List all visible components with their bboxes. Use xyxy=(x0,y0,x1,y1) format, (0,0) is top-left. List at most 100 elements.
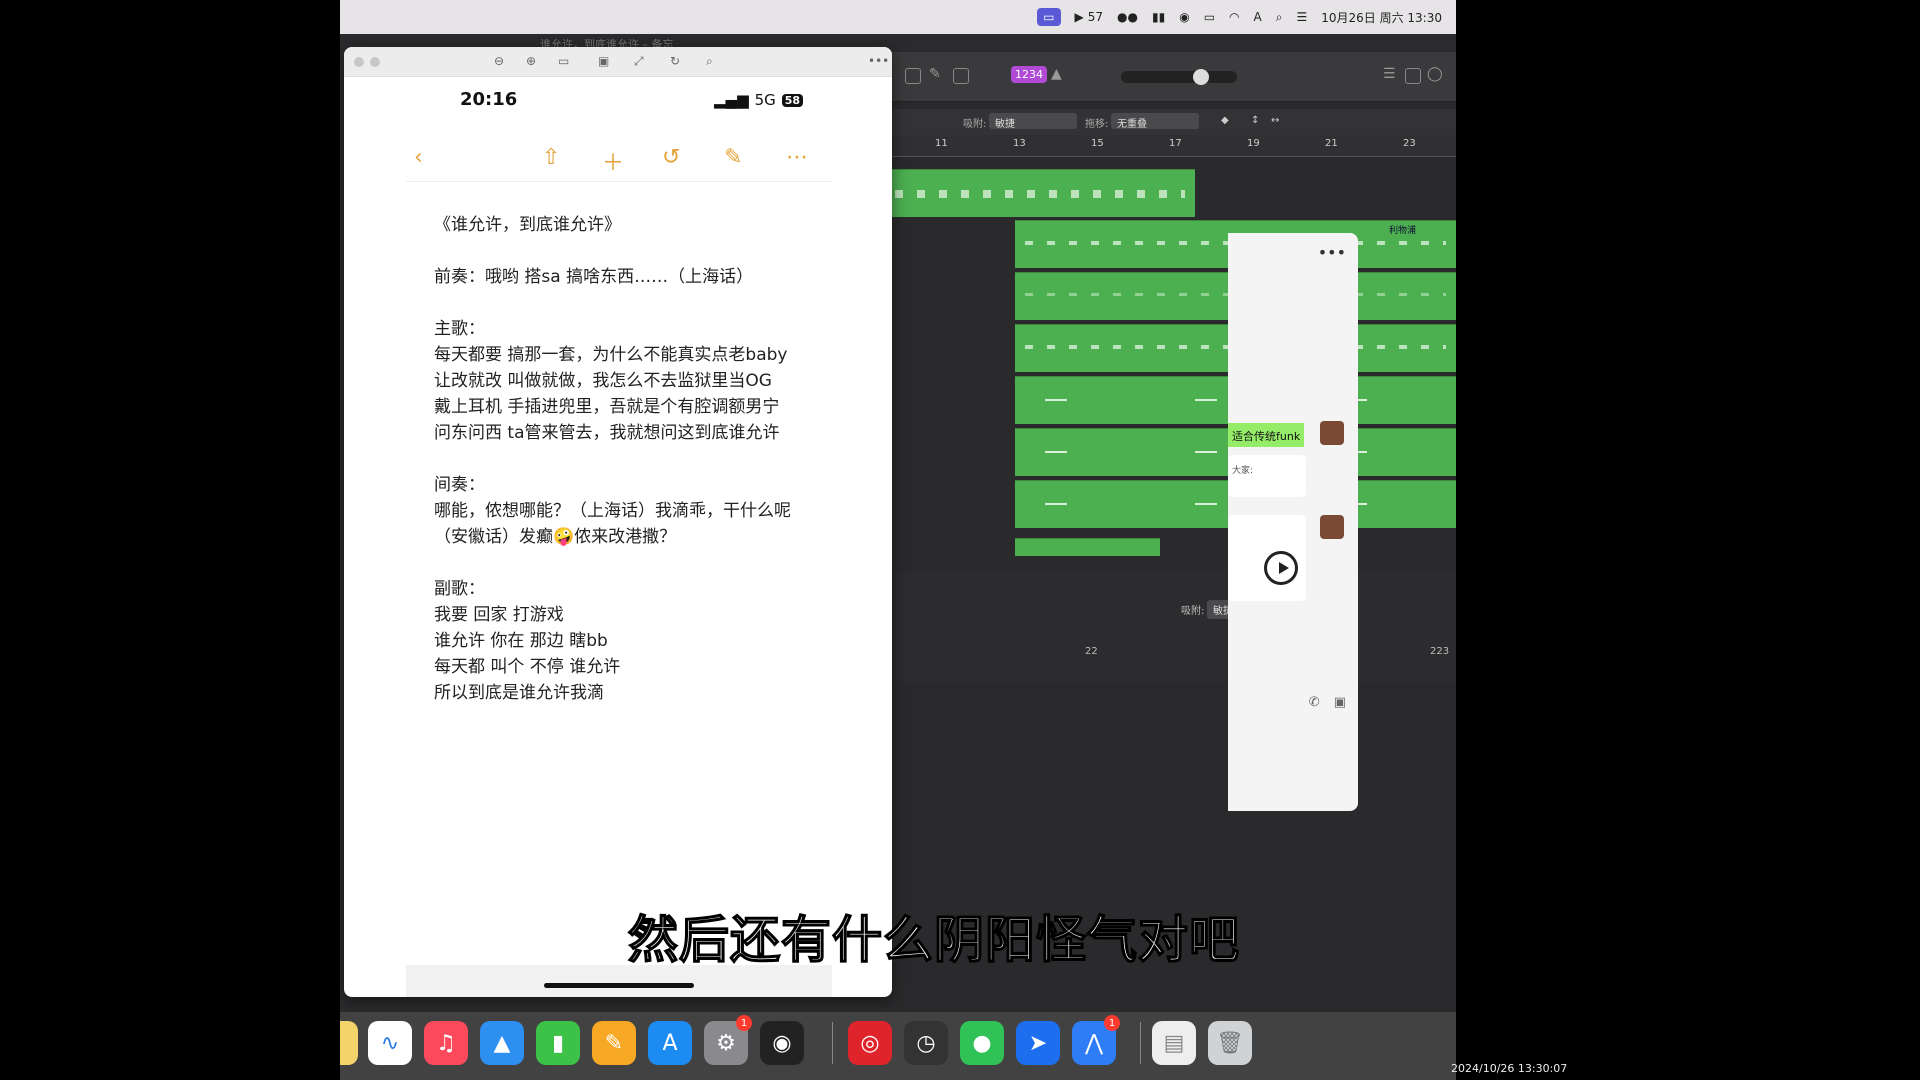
note-line xyxy=(434,550,814,576)
search-icon[interactable]: ⌕ xyxy=(706,54,713,69)
control-center-icon[interactable]: ☰ xyxy=(1296,10,1307,24)
more-icon[interactable]: ⋯ xyxy=(786,145,808,170)
loop-browser-icon[interactable]: ◯ xyxy=(1427,66,1443,82)
region-label: 利物浦 xyxy=(1388,226,1416,236)
close-dot[interactable] xyxy=(354,57,364,67)
midi-region[interactable] xyxy=(1015,538,1160,556)
battery-icon[interactable]: ▭ xyxy=(1204,10,1215,24)
more-icon[interactable]: ••• xyxy=(1318,243,1346,262)
minimize-dot[interactable] xyxy=(370,57,380,67)
audio-meter-icon[interactable]: ▮▮ xyxy=(1152,10,1165,24)
play-icon[interactable] xyxy=(1264,551,1298,585)
back-icon[interactable]: ‹ xyxy=(414,145,423,170)
trash-icon[interactable]: 🗑 xyxy=(1208,1021,1252,1065)
rotate-icon[interactable]: ↻ xyxy=(670,54,680,68)
midi-notes xyxy=(895,190,1185,198)
avatar[interactable] xyxy=(1320,515,1344,539)
markup-icon[interactable]: ✎ xyxy=(724,145,742,170)
avatar[interactable] xyxy=(1320,421,1344,445)
note-line: 每天都要 搞那一套，为什么不能真实点老baby xyxy=(434,345,788,365)
input-source-icon[interactable]: A xyxy=(1254,10,1262,24)
video-timestamp: 2024/10/26 13:30:07 xyxy=(1451,1062,1568,1075)
zoom-horizontal-icon[interactable]: ↔ xyxy=(1271,115,1279,126)
editor-ruler: 吸附: 敏捷 22 222 223 xyxy=(885,572,1456,682)
status-time: 20:16 xyxy=(460,89,518,110)
chat-audio-card[interactable] xyxy=(1228,515,1306,601)
screen-mirror-icon[interactable]: ▭ xyxy=(1037,8,1061,26)
phone-icon[interactable]: ✆ xyxy=(1309,695,1320,710)
record-icon[interactable]: ▣ xyxy=(598,54,609,68)
counter-badge[interactable]: 1234 xyxy=(1011,66,1047,83)
logic-pro-icon[interactable]: ◉ xyxy=(760,1021,804,1065)
note-line xyxy=(434,446,814,472)
more-icon[interactable]: ••• xyxy=(868,54,889,68)
midi-region[interactable] xyxy=(885,169,1195,217)
catch-icon[interactable]: ◆ xyxy=(1221,115,1229,126)
record-icon[interactable]: ◉ xyxy=(1179,10,1189,24)
numbers-app-icon[interactable]: ▮ xyxy=(536,1021,580,1065)
counter-status-item[interactable]: ▶ 57 xyxy=(1075,10,1104,24)
menubar-clock[interactable]: 10月26日 周六 13:30 xyxy=(1321,9,1442,26)
midi-note xyxy=(1045,451,1067,453)
app-store-icon[interactable]: A xyxy=(648,1021,692,1065)
note-body[interactable]: 《谁允许，到底谁允许》 前奏：哦哟 搭sa 搞啥东西……（上海话） 主歌： 每天… xyxy=(434,212,814,706)
system-settings-icon[interactable]: ⚙ 1 xyxy=(704,1015,752,1065)
drag-select[interactable]: 无重叠 xyxy=(1111,113,1199,130)
notes-app-icon[interactable] xyxy=(340,1021,358,1065)
freeform-app-icon[interactable]: ∿ xyxy=(368,1021,412,1065)
note-line xyxy=(434,290,814,316)
list-view-icon[interactable]: ☰ xyxy=(1383,66,1399,82)
master-volume-slider[interactable] xyxy=(1121,69,1237,85)
music-app-icon[interactable]: ♫ xyxy=(424,1021,468,1065)
home-indicator[interactable] xyxy=(544,983,694,988)
video-icon[interactable]: ▣ xyxy=(1334,695,1346,710)
note-line: 问东问西 ta管来管去，我就想问这到底谁允许 xyxy=(434,423,780,443)
drag-label: 拖移: xyxy=(1085,119,1109,130)
zoom-vertical-icon[interactable]: ↕ xyxy=(1251,115,1259,126)
pencil-icon[interactable]: ✎ xyxy=(929,66,945,82)
pdf-file-icon[interactable]: ▤ xyxy=(1152,1021,1196,1065)
network-type: 5G xyxy=(754,91,776,109)
share-icon[interactable]: ⇧ xyxy=(542,145,560,170)
wechat-app-icon[interactable]: ● xyxy=(960,1021,1004,1065)
zoom-out-icon[interactable]: ⊖ xyxy=(494,54,504,68)
pages-app-icon[interactable]: ✎ xyxy=(592,1021,636,1065)
snap-bar: 吸附: 敏捷 拖移: 无重叠 ◆ ↕ ↔ xyxy=(885,109,1456,135)
feishu-app-icon[interactable]: ➤ xyxy=(1016,1021,1060,1065)
wifi-icon[interactable]: ◠ xyxy=(1229,10,1239,24)
slider-knob[interactable] xyxy=(1193,69,1209,85)
fullscreen-icon[interactable]: ⤢ xyxy=(634,54,644,69)
snap-select[interactable]: 敏捷 xyxy=(989,113,1077,130)
note-line: 副歌： xyxy=(434,579,485,599)
chat-message-bubble[interactable]: 适合传统funk xyxy=(1228,423,1304,447)
wechat-icon[interactable]: ●● xyxy=(1117,10,1138,24)
undo-icon[interactable]: ↺ xyxy=(662,145,680,170)
status-right: ▂▄▆ 5G 58 xyxy=(714,91,804,109)
ruler-tick: 22 xyxy=(1085,646,1098,657)
ruler-tick: 19 xyxy=(1247,138,1260,149)
toolbar-button-icon[interactable] xyxy=(905,68,921,84)
note-line xyxy=(434,238,814,264)
add-icon[interactable]: ＋ xyxy=(602,145,624,177)
chat-file-card[interactable]: 大家: xyxy=(1228,455,1306,497)
note-line: 每天都 叫个 不停 谁允许 xyxy=(434,657,621,677)
list-icon[interactable] xyxy=(953,68,969,84)
ruler-tick: 17 xyxy=(1169,138,1182,149)
dock-separator xyxy=(1140,1022,1141,1064)
note-line: 前奏：哦哟 搭sa 搞啥东西……（上海话） xyxy=(434,267,754,287)
dock: ∿ ♫ ▲ ▮ ✎ A ⚙ 1 ◉ ◎ ◷ ● ➤ ⋀ 1 ▤ 🗑 xyxy=(340,1012,1456,1080)
snap-label: 吸附: xyxy=(1181,606,1205,617)
netease-music-icon[interactable]: ◎ xyxy=(848,1021,892,1065)
tuner-app-icon[interactable]: ◷ xyxy=(904,1021,948,1065)
notes-icon[interactable] xyxy=(1405,68,1421,84)
keynote-app-icon[interactable]: ▲ xyxy=(480,1021,524,1065)
zoom-in-icon[interactable]: ⊕ xyxy=(526,54,536,68)
note-line: 间奏： xyxy=(434,475,485,495)
ios-status-bar: 20:16 ▂▄▆ 5G 58 xyxy=(344,77,892,123)
timeline-ruler[interactable]: 11 13 15 17 19 21 23 xyxy=(885,135,1456,157)
tuner-icon[interactable]: ▲ xyxy=(1051,66,1067,82)
midi-note xyxy=(1045,399,1067,401)
screenshot-icon[interactable]: ▭ xyxy=(558,54,569,68)
lark-app-icon[interactable]: ⋀ 1 xyxy=(1072,1015,1120,1065)
search-icon[interactable]: ⌕ xyxy=(1276,10,1283,25)
